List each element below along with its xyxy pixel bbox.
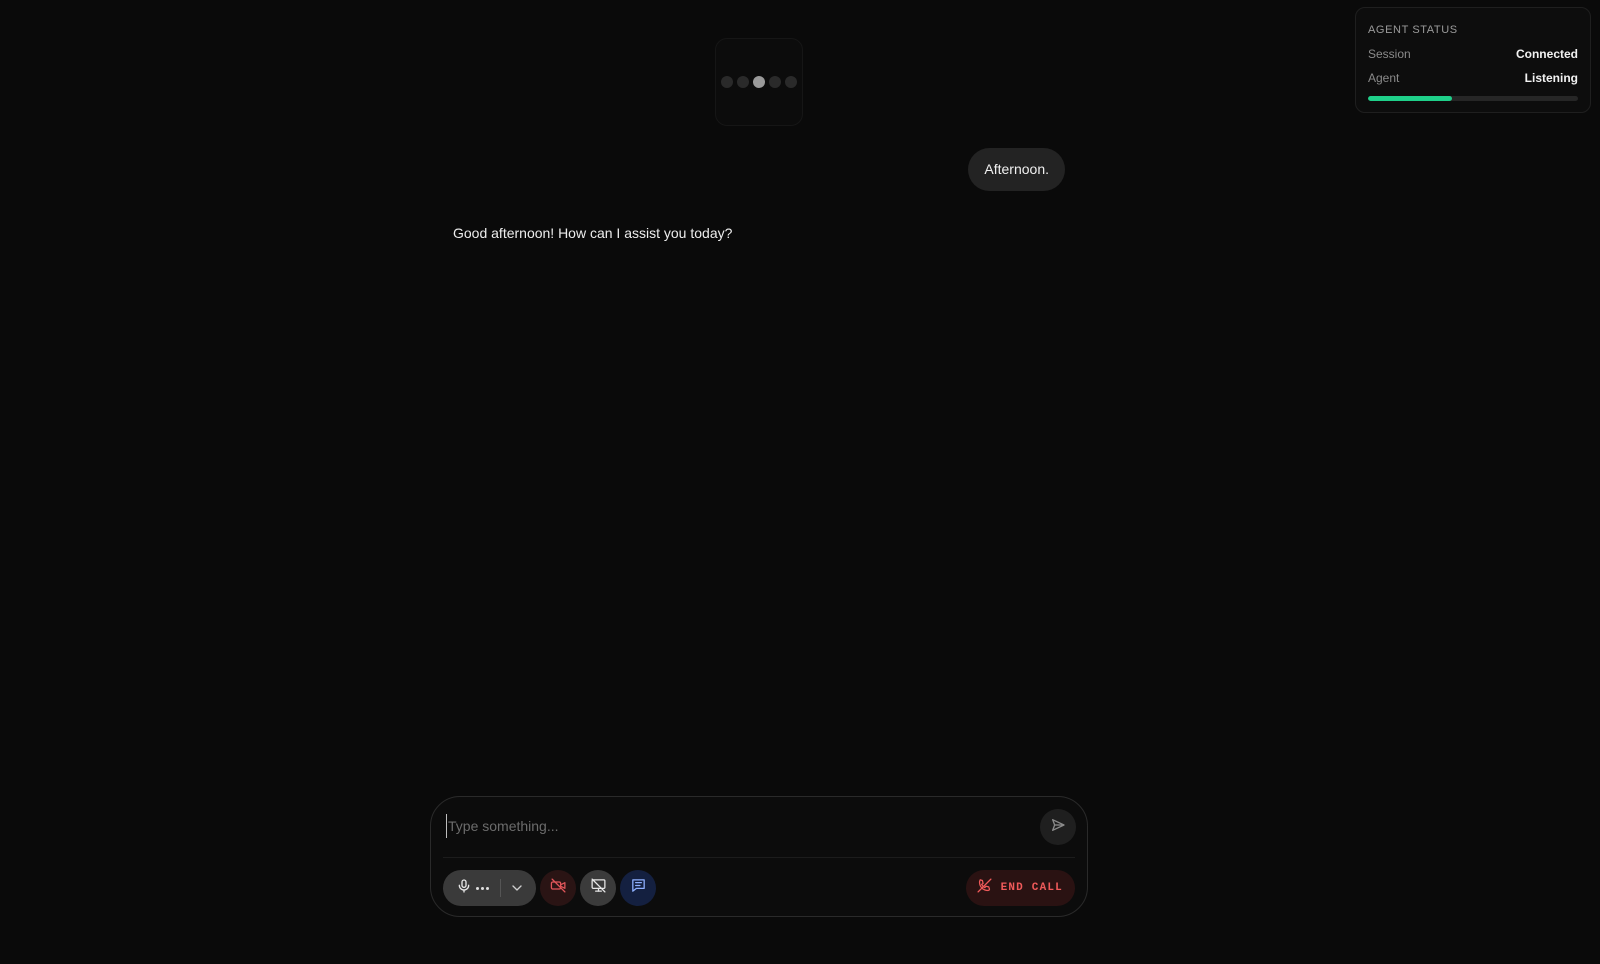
mic-group-separator <box>500 879 501 897</box>
visualizer-bar <box>737 76 749 88</box>
status-value: Listening <box>1524 71 1578 85</box>
send-button[interactable] <box>1040 809 1076 845</box>
status-key: Session <box>1368 47 1411 61</box>
screen-share-off-icon <box>590 877 607 899</box>
user-message: Afternoon. <box>968 148 1065 191</box>
message-composer: END CALL <box>430 796 1088 917</box>
microphone-icon <box>456 878 472 899</box>
voice-agent-page: AGENT STATUS Session Connected Agent Lis… <box>0 0 1600 964</box>
phone-off-icon <box>976 877 993 899</box>
camera-off-icon <box>550 877 567 899</box>
visualizer-bar <box>721 76 733 88</box>
microphone-control <box>443 870 536 906</box>
status-progress-fill <box>1368 96 1452 101</box>
end-call-label: END CALL <box>1000 882 1063 894</box>
agent-message: Good afternoon! How can I assist you tod… <box>453 225 733 241</box>
chevron-down-icon <box>509 883 525 900</box>
message-input[interactable] <box>446 814 1026 838</box>
composer-divider <box>443 857 1075 858</box>
camera-toggle-button[interactable] <box>540 870 576 906</box>
status-progress-track <box>1368 96 1578 101</box>
status-row-agent: Agent Listening <box>1368 70 1578 86</box>
agent-status-panel: AGENT STATUS Session Connected Agent Lis… <box>1355 7 1591 113</box>
agent-visualizer <box>715 38 803 126</box>
microphone-toggle-button[interactable] <box>456 878 489 899</box>
end-call-button[interactable]: END CALL <box>965 870 1075 906</box>
chat-toggle-button[interactable] <box>620 870 656 906</box>
visualizer-bar <box>785 76 797 88</box>
media-controls <box>443 870 656 906</box>
device-menu-button[interactable] <box>509 880 525 901</box>
status-row-session: Session Connected <box>1368 46 1578 62</box>
visualizer-bar-active <box>753 76 765 88</box>
visualizer-bar <box>769 76 781 88</box>
send-icon <box>1050 817 1066 838</box>
screen-share-button[interactable] <box>580 870 616 906</box>
audio-level-indicator <box>476 886 489 890</box>
status-key: Agent <box>1368 71 1400 85</box>
status-panel-title: AGENT STATUS <box>1368 24 1458 36</box>
status-value: Connected <box>1515 47 1578 61</box>
chat-icon <box>630 877 647 899</box>
